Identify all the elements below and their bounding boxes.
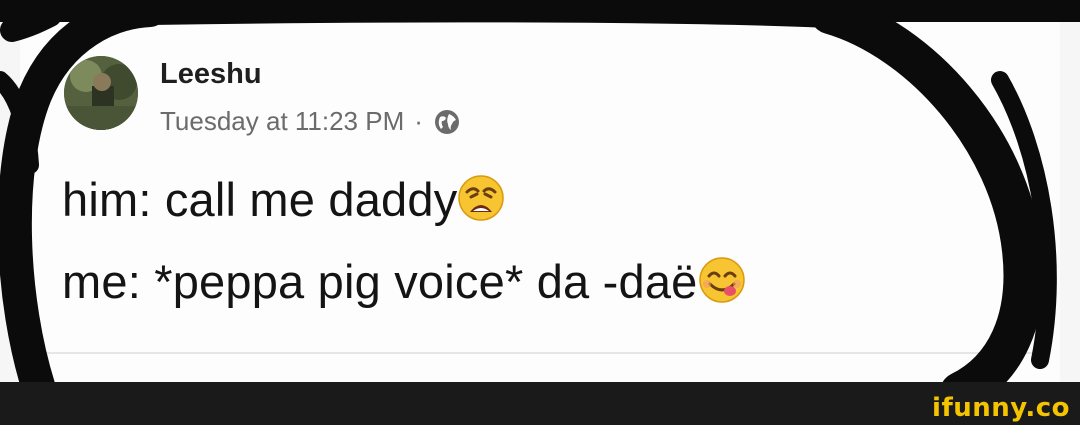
marker-scribble (0, 0, 1080, 412)
ifunny-watermark[interactable]: ifunny.co (932, 393, 1070, 423)
meme-canvas: Leeshu Tuesday at 11:23 PM · him: call m… (0, 0, 1080, 425)
footer-bar: ifunny.co (0, 382, 1080, 425)
